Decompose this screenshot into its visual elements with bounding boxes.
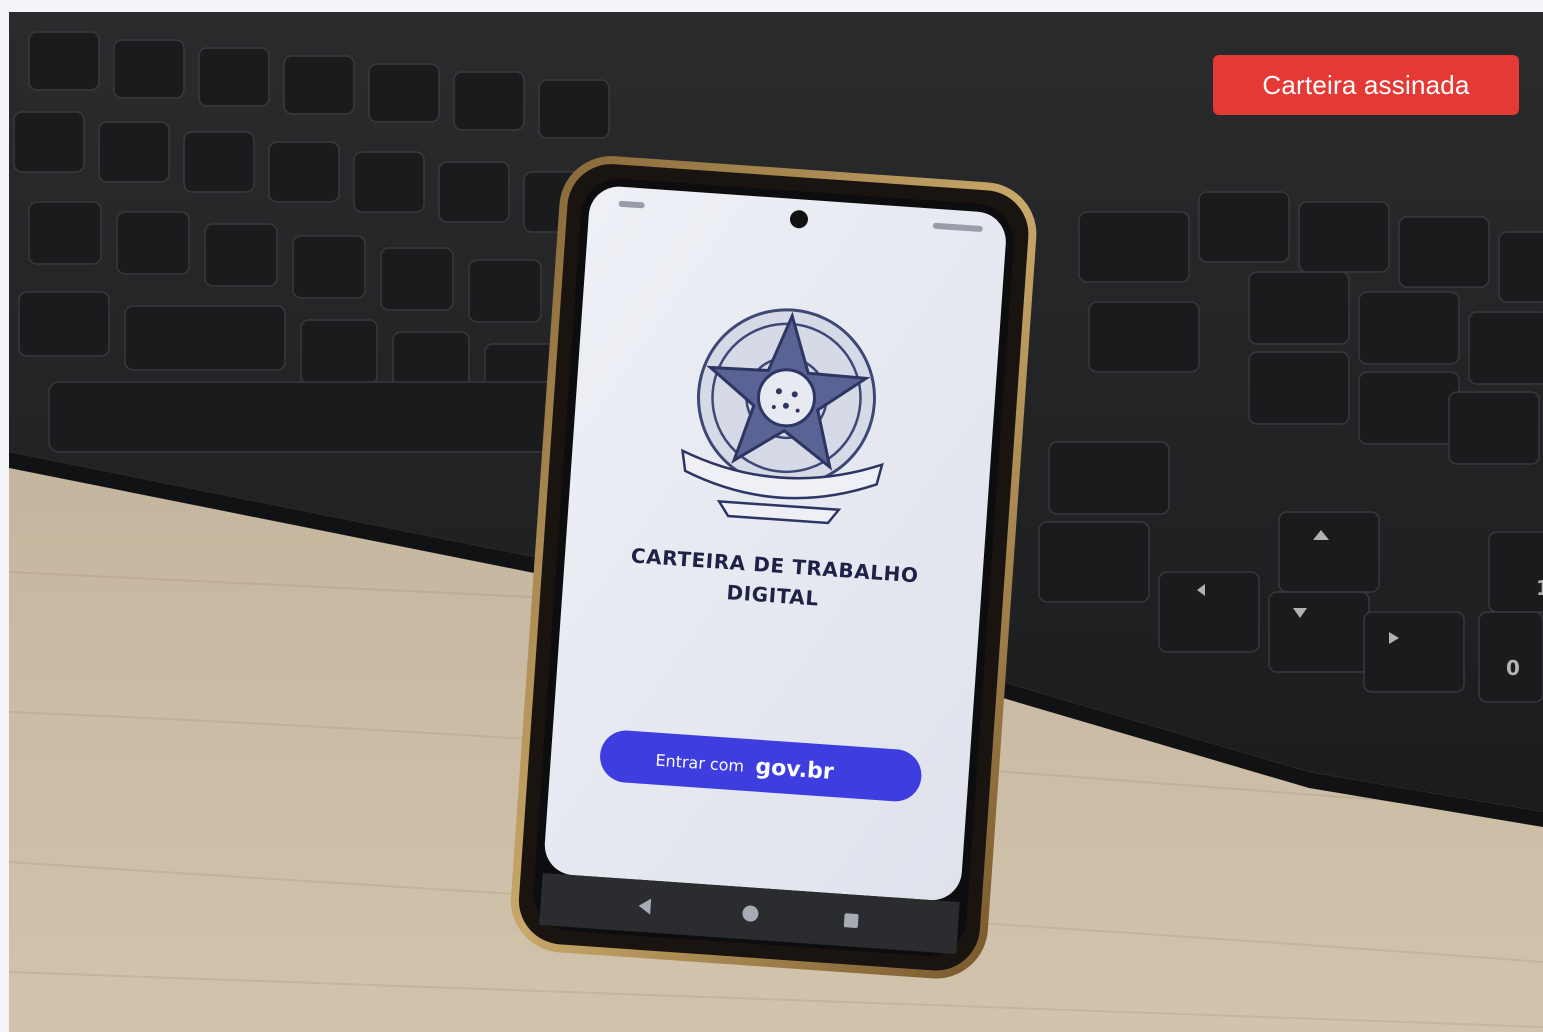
photo-scene: 1 0 CARTEIRA DE TRABALHO DIGITAL Entrar …	[9, 12, 1543, 1032]
nav-recents-icon[interactable]	[843, 913, 859, 928]
smartphone: CARTEIRA DE TRABALHO DIGITAL Entrar com …	[510, 156, 1037, 979]
keyboard-digit-1: 1	[1536, 576, 1543, 600]
keyboard-digit-0: 0	[1506, 656, 1520, 680]
photo-frame: 1 0 CARTEIRA DE TRABALHO DIGITAL Entrar …	[9, 12, 1543, 1032]
carteira-assinada-badge: Carteira assinada	[1213, 55, 1519, 115]
phone-screen	[544, 186, 1006, 901]
